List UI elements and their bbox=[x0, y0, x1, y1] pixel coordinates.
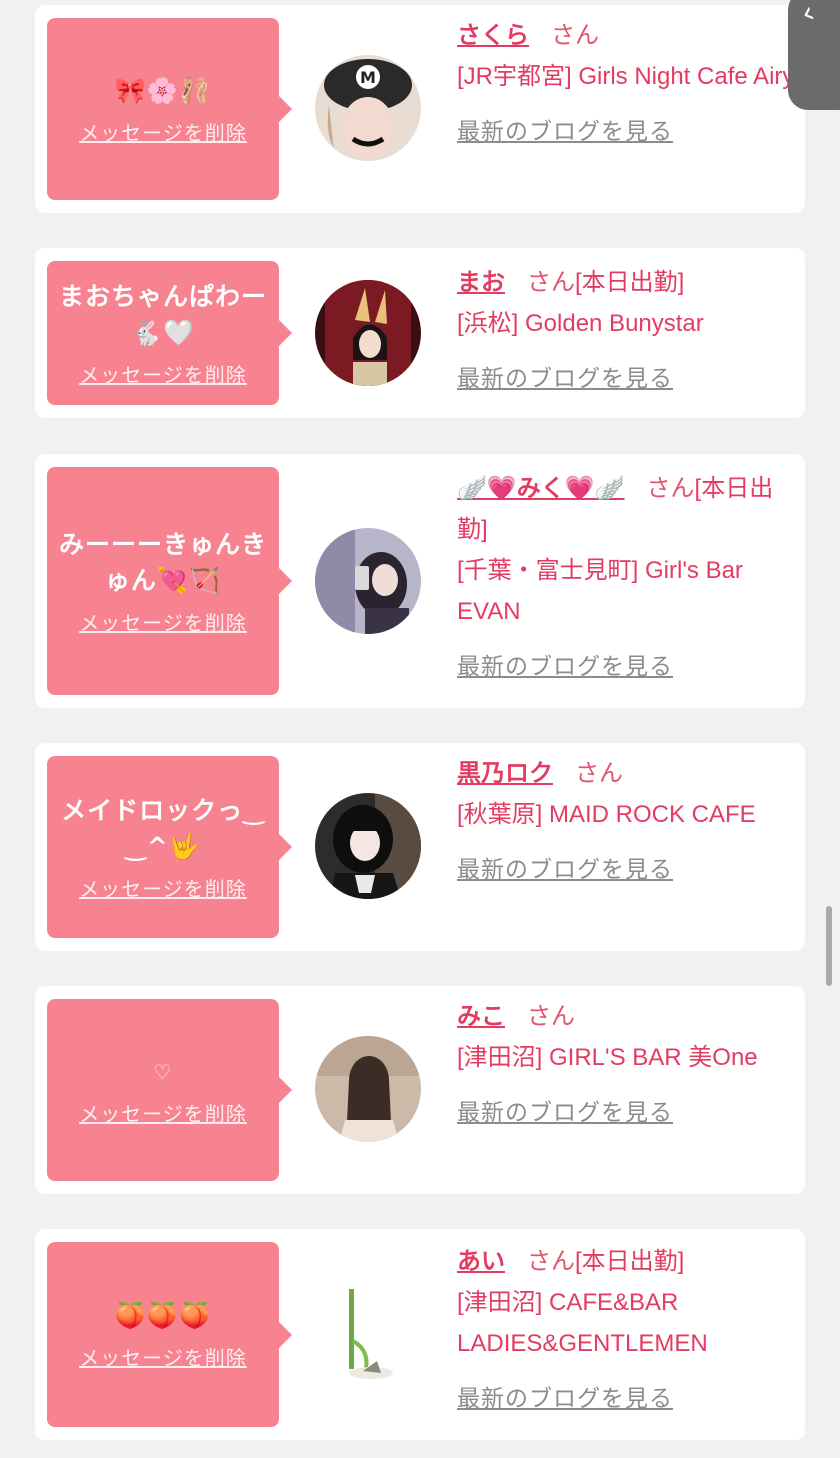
list-item: メイドロックっ‿ ‿^🤟 メッセージを削除 黒乃ロク さん [秋葉原] MAID … bbox=[35, 743, 805, 951]
list-item: みーーーきゅんきゅん💘🏹 メッセージを削除 🪽💗みく💗🪽 さん[本日出勤] [千葉… bbox=[35, 454, 805, 708]
girl-name-link[interactable]: まお bbox=[457, 269, 505, 296]
message-bubble: まおちゃんぱわー🐇🤍 メッセージを削除 bbox=[47, 261, 292, 405]
message-text: みーーーきゅんきゅん💘🏹 bbox=[58, 529, 267, 595]
view-blog-link[interactable]: 最新のブログを見る bbox=[457, 1378, 673, 1419]
girl-info: 🪽💗みく💗🪽 さん[本日出勤] [千葉・富士見町] Girl's Bar EVAN… bbox=[457, 468, 795, 687]
view-blog-link[interactable]: 最新のブログを見る bbox=[457, 358, 673, 399]
shop-name: [千葉・富士見町] Girl's Bar EVAN bbox=[457, 557, 743, 625]
scrollbar[interactable] bbox=[826, 906, 832, 986]
svg-text:M: M bbox=[360, 68, 376, 87]
message-bubble: ♡ メッセージを削除 bbox=[47, 999, 292, 1181]
message-text: ♡ bbox=[153, 1059, 173, 1084]
girl-info: みこ さん [津田沼] GIRL'S BAR 美One 最新のブログを見る bbox=[457, 996, 795, 1133]
message-bubble: 🎀🌸🩰 メッセージを削除 bbox=[47, 18, 292, 200]
shop-name: [JR宇都宮] Girls Night Cafe Airy bbox=[457, 63, 795, 90]
message-text: まおちゃんぱわー🐇🤍 bbox=[58, 281, 267, 347]
work-status: [本日出勤] bbox=[575, 269, 685, 296]
delete-message-link[interactable]: メッセージを削除 bbox=[79, 1098, 247, 1127]
girl-name-link[interactable]: さくら bbox=[457, 22, 529, 49]
avatar[interactable] bbox=[315, 528, 421, 634]
work-status: [本日出勤] bbox=[575, 1248, 685, 1275]
back-tab[interactable]: ‹ bbox=[788, 0, 840, 110]
shop-name: [秋葉原] MAID ROCK CAFE bbox=[457, 801, 756, 828]
delete-message-link[interactable]: メッセージを削除 bbox=[79, 359, 247, 388]
avatar[interactable] bbox=[315, 793, 421, 899]
message-bubble: みーーーきゅんきゅん💘🏹 メッセージを削除 bbox=[47, 467, 292, 695]
message-bubble: 🍑🍑🍑 メッセージを削除 bbox=[47, 1242, 292, 1427]
delete-message-link[interactable]: メッセージを削除 bbox=[79, 1342, 247, 1371]
delete-message-link[interactable]: メッセージを削除 bbox=[79, 117, 247, 146]
shop-name: [津田沼] GIRL'S BAR 美One bbox=[457, 1044, 758, 1071]
honorific: さん bbox=[527, 1248, 575, 1275]
girl-info: まお さん[本日出勤] [浜松] Golden Bunystar 最新のブログを見… bbox=[457, 262, 795, 399]
avatar[interactable]: M bbox=[315, 55, 421, 161]
list-item: まおちゃんぱわー🐇🤍 メッセージを削除 まお さん[本日出勤] [浜松] Gold… bbox=[35, 248, 805, 418]
honorific: さん bbox=[646, 475, 695, 502]
girl-info: あい さん[本日出勤] [津田沼] CAFE&BAR LADIES&GENTLEM… bbox=[457, 1241, 795, 1419]
message-text: メイドロックっ‿ ‿^🤟 bbox=[61, 795, 265, 861]
honorific: さん bbox=[575, 760, 623, 787]
shop-name: [浜松] Golden Bunystar bbox=[457, 310, 704, 337]
view-blog-link[interactable]: 最新のブログを見る bbox=[457, 1092, 673, 1133]
list-item: ♡ メッセージを削除 みこ さん [津田沼] GIRL'S BAR 美One 最新… bbox=[35, 986, 805, 1194]
avatar[interactable] bbox=[315, 280, 421, 386]
list-item: 🎀🌸🩰 メッセージを削除 M さくら さん [JR宇都宮] Girls Night… bbox=[35, 5, 805, 213]
delete-message-link[interactable]: メッセージを削除 bbox=[79, 873, 247, 902]
girl-info: 黒乃ロク さん [秋葉原] MAID ROCK CAFE 最新のブログを見る bbox=[457, 753, 795, 890]
back-arrow-icon: ‹ bbox=[796, 0, 820, 32]
girl-info: さくら さん [JR宇都宮] Girls Night Cafe Airy 最新のブ… bbox=[457, 15, 795, 152]
delete-message-link[interactable]: メッセージを削除 bbox=[79, 607, 247, 636]
message-bubble: メイドロックっ‿ ‿^🤟 メッセージを削除 bbox=[47, 756, 292, 938]
shop-name: [津田沼] CAFE&BAR LADIES&GENTLEMEN bbox=[457, 1289, 708, 1357]
view-blog-link[interactable]: 最新のブログを見る bbox=[457, 849, 673, 890]
honorific: さん bbox=[527, 269, 575, 296]
view-blog-link[interactable]: 最新のブログを見る bbox=[457, 111, 673, 152]
honorific: さん bbox=[551, 22, 599, 49]
message-text: 🍑🍑🍑 bbox=[114, 1301, 212, 1330]
avatar[interactable] bbox=[315, 1036, 421, 1142]
girl-name-link[interactable]: あい bbox=[457, 1248, 505, 1275]
view-blog-link[interactable]: 最新のブログを見る bbox=[457, 646, 673, 687]
list-item: 🍑🍑🍑 メッセージを削除 あい さん[本日出勤] [津田沼] CAFE&BAR L… bbox=[35, 1229, 805, 1440]
honorific: さん bbox=[527, 1003, 575, 1030]
girl-name-link[interactable]: みこ bbox=[457, 1003, 505, 1030]
message-text: 🎀🌸🩰 bbox=[114, 75, 212, 105]
girl-name-link[interactable]: 黒乃ロク bbox=[457, 760, 553, 787]
girl-name-link[interactable]: 🪽💗みく💗🪽 bbox=[457, 475, 625, 502]
avatar[interactable] bbox=[315, 1281, 421, 1387]
